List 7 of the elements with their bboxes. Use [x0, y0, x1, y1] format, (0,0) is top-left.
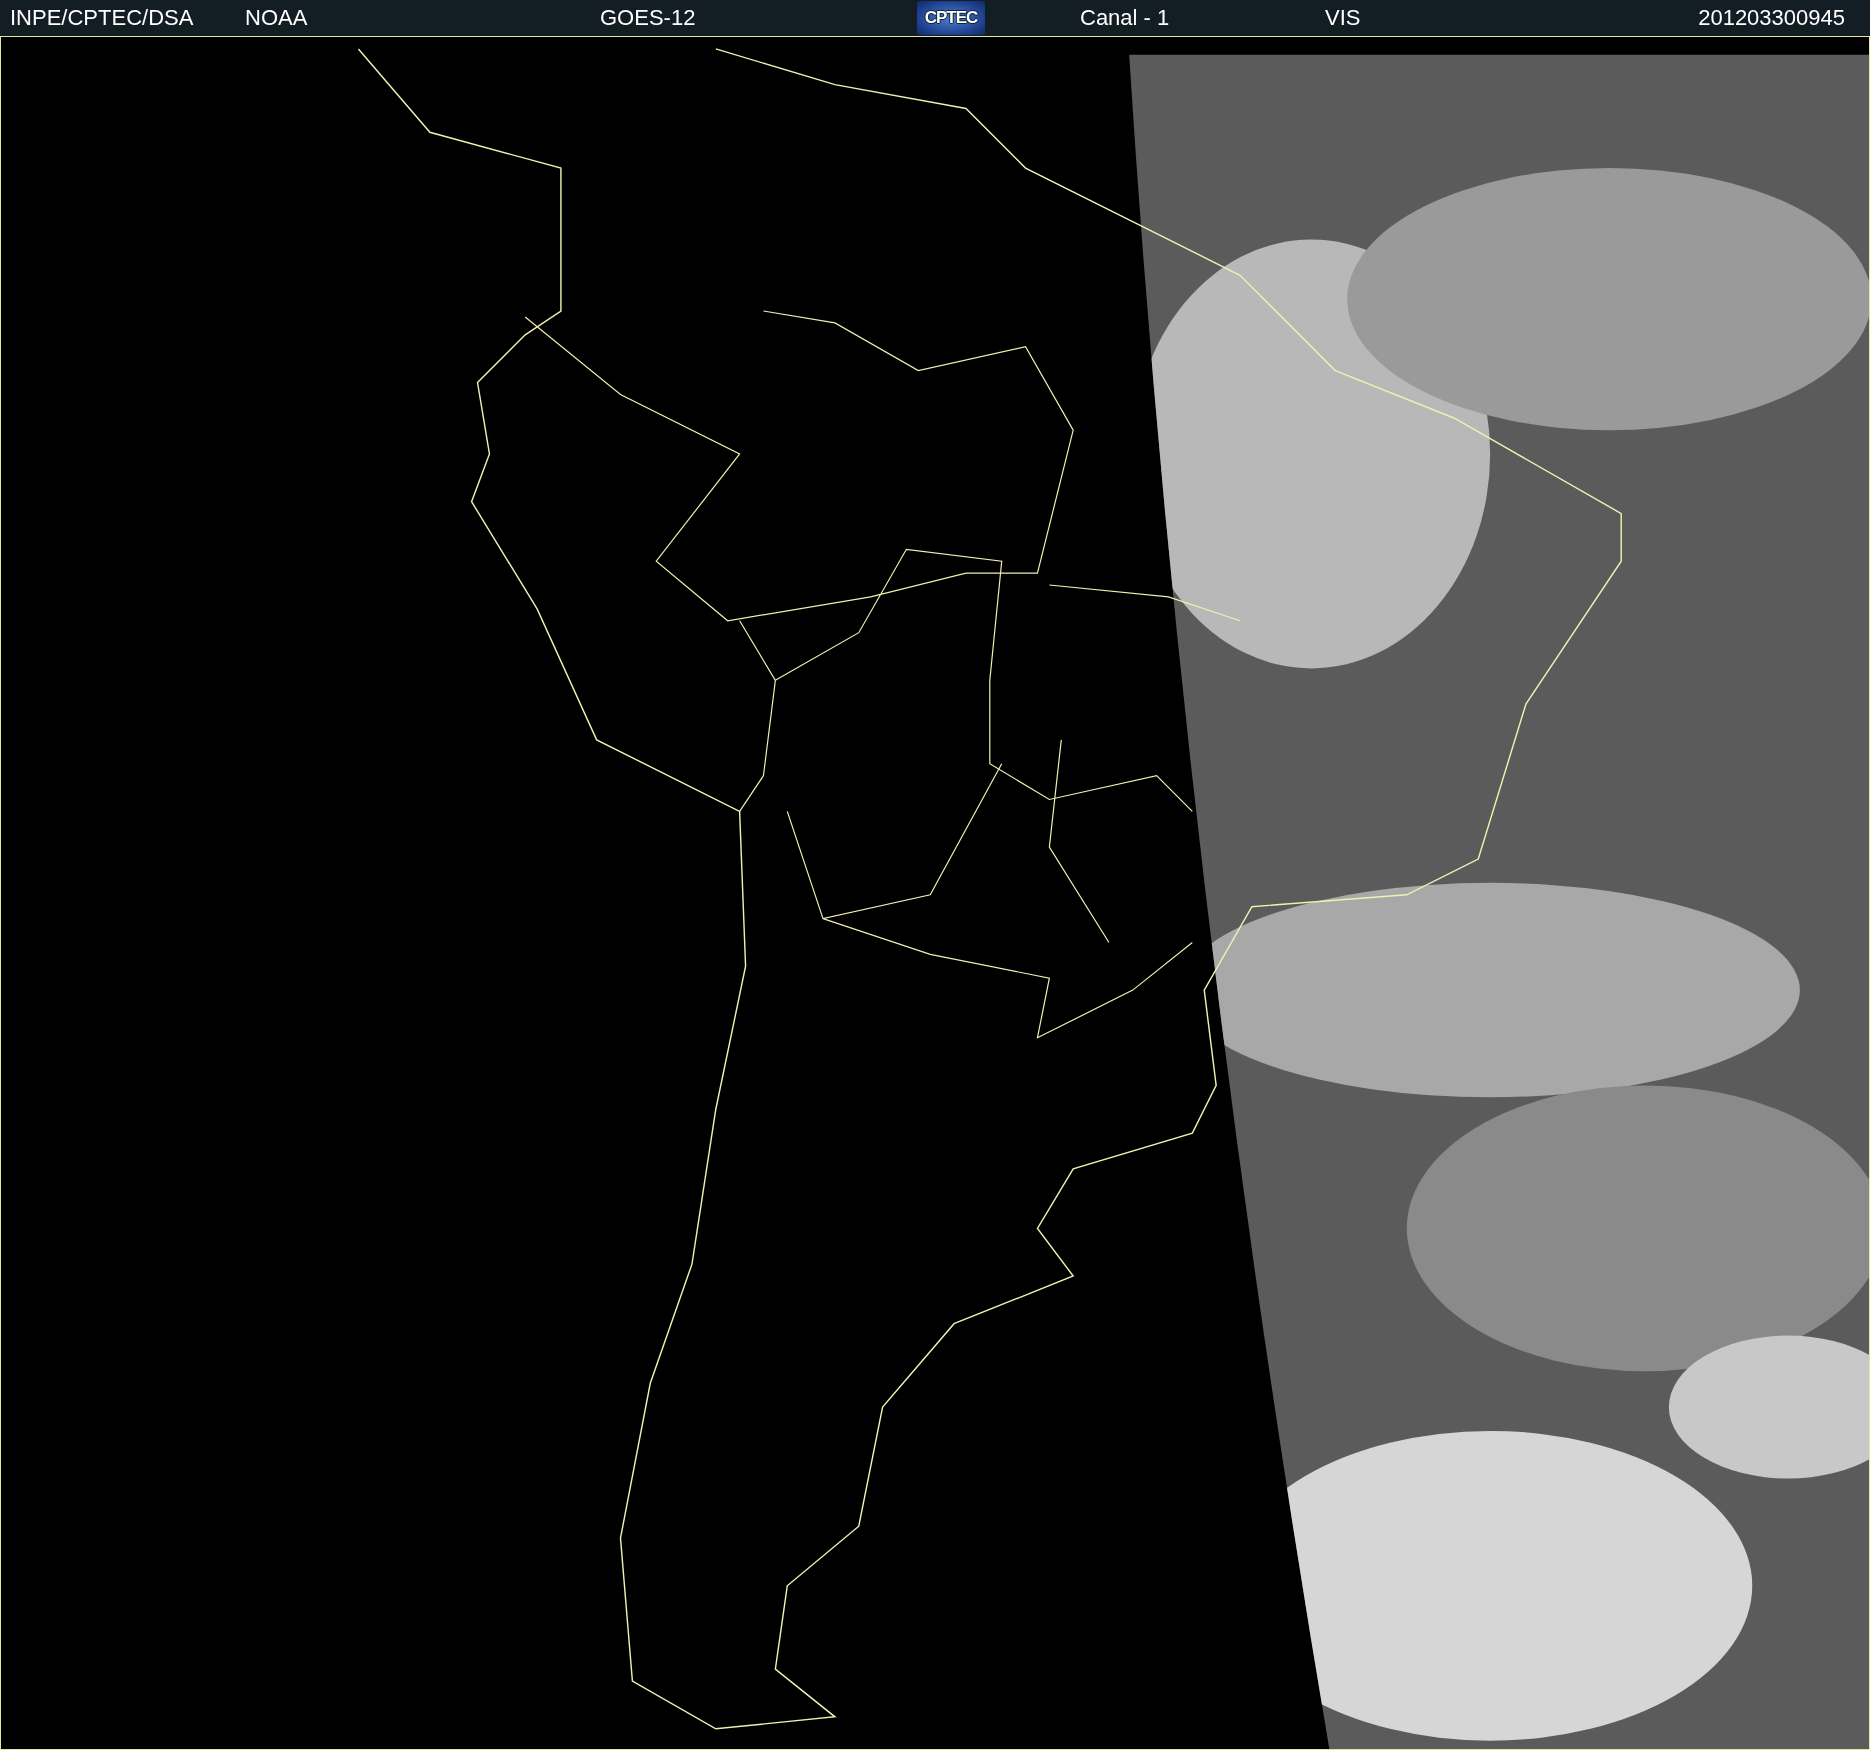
header-label: Canal - 1 [1080, 5, 1171, 31]
header-label: VIS [1325, 5, 1362, 31]
header-label: GOES-12 [600, 5, 697, 31]
header-label: NOAA [245, 5, 309, 31]
timestamp: 201203300945 [1698, 5, 1845, 31]
logo: CPTEC [917, 1, 985, 35]
header-label: INPE/CPTEC/DSA [10, 5, 195, 31]
